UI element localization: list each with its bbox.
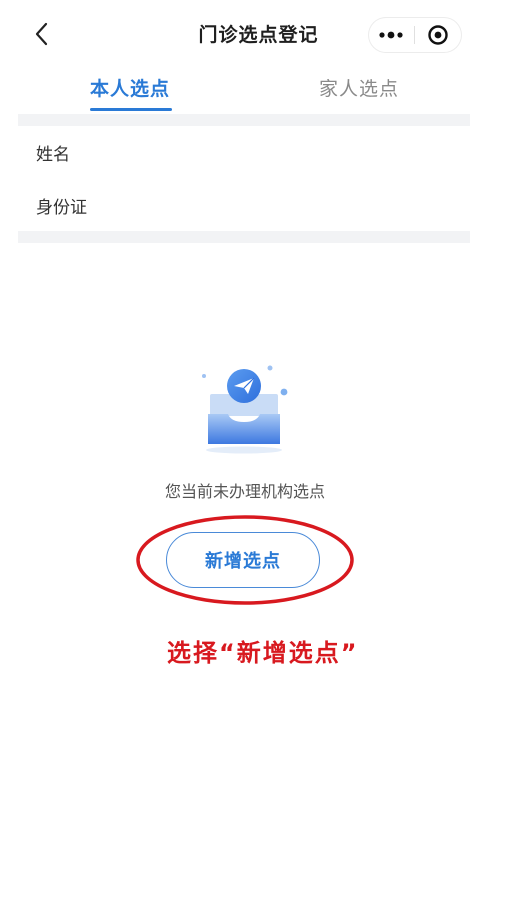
target-circle-icon — [428, 25, 448, 45]
inbox-paper-plane-icon — [202, 365, 288, 454]
annotation-instruction-text: 选择“新增选点” — [167, 639, 359, 667]
page: 门诊选点登记 本人选点 家人选点 姓名 身份证 您当前未办理机构选点 新增选点 … — [0, 0, 517, 918]
close-mini-program-button[interactable] — [415, 17, 461, 53]
more-dots-icon — [379, 31, 403, 39]
tab-family-selection[interactable]: 家人选点 — [319, 74, 399, 101]
tab-bar: 本人选点 家人选点 — [0, 68, 517, 114]
id-card-label: 身份证 — [36, 198, 87, 218]
section-divider — [18, 114, 470, 126]
top-navigation-bar: 门诊选点登记 — [0, 0, 517, 68]
active-tab-indicator — [90, 108, 172, 111]
empty-state-message: 您当前未办理机构选点 — [164, 482, 325, 501]
more-button[interactable] — [368, 17, 414, 53]
section-divider — [18, 231, 470, 243]
mini-program-capsule — [368, 17, 462, 53]
tab-self-selection[interactable]: 本人选点 — [90, 74, 170, 101]
add-selection-button[interactable]: 新增选点 — [166, 532, 320, 588]
name-label: 姓名 — [36, 145, 70, 165]
